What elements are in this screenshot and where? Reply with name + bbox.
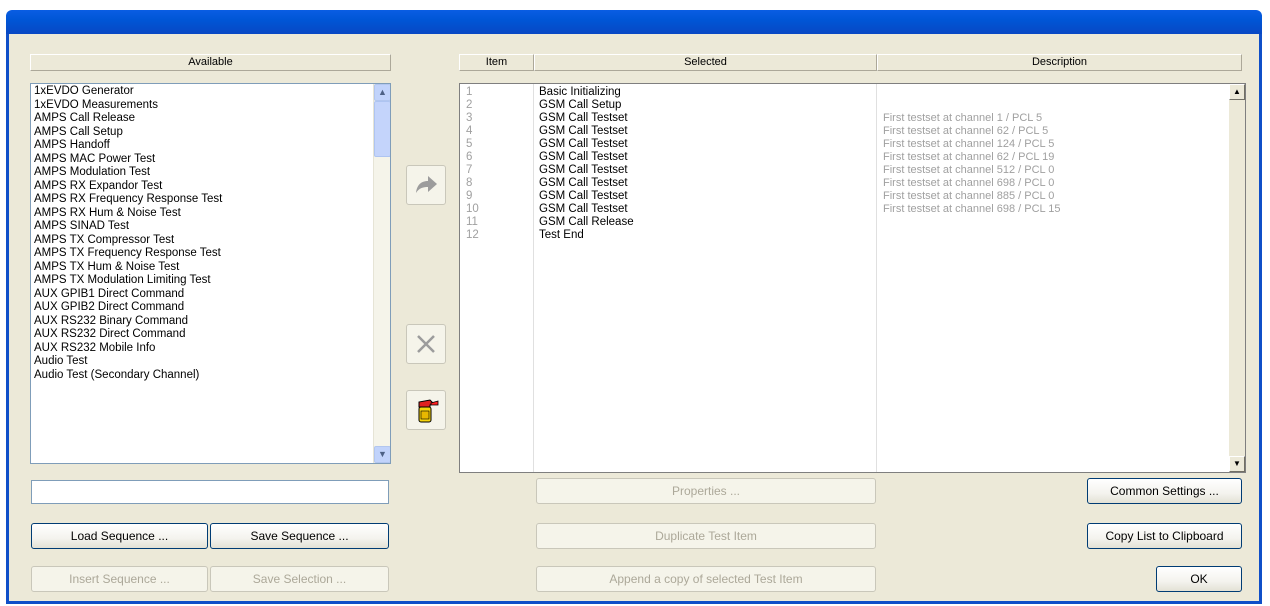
selected-column: Basic Initializing GSM Call Setup GSM Call… [539,86,634,242]
column-divider [533,84,534,472]
sequence-item-name[interactable]: GSM Call Testset [539,177,634,190]
scroll-down-icon[interactable]: ▼ [1229,456,1245,472]
sequence-item-description[interactable] [883,229,1061,242]
sequence-item-description[interactable] [883,216,1061,229]
sequence-item-description[interactable]: First testset at channel 698 / PCL 15 [883,203,1061,216]
available-scrollbar[interactable]: ▲ ▼ [373,84,390,463]
remove-from-sequence-button[interactable] [406,324,446,364]
available-list-item[interactable]: AMPS MAC Power Test [34,153,222,167]
available-list-item[interactable]: AUX GPIB1 Direct Command [34,288,222,302]
available-list-item[interactable]: AMPS RX Expandor Test [34,180,222,194]
available-list-item[interactable]: AMPS RX Frequency Response Test [34,193,222,207]
scroll-down-icon[interactable]: ▼ [374,446,390,463]
sequence-item-number[interactable]: 10 [466,203,479,216]
sequence-item-name[interactable]: GSM Call Testset [539,190,634,203]
sequence-table[interactable]: 1 2 3 4 5 6 7 8 9 10 11 12 Basic Initializing GSM Ca… [459,83,1246,473]
sequence-item-description[interactable]: First testset at channel 124 / PCL 5 [883,138,1061,151]
selected-column-header[interactable]: Selected [534,54,877,71]
sequence-item-description[interactable] [883,99,1061,112]
sequence-item-number[interactable]: 7 [466,164,479,177]
save-selection-button[interactable]: Save Selection ... [210,566,389,592]
item-column-header[interactable]: Item [459,54,534,71]
clear-sequence-button[interactable] [406,390,446,430]
sequence-item-name[interactable]: Test End [539,229,634,242]
add-to-sequence-button[interactable] [406,165,446,205]
sequence-item-number[interactable]: 3 [466,112,479,125]
append-copy-button[interactable]: Append a copy of selected Test Item [536,566,876,592]
sequence-item-number[interactable]: 8 [466,177,479,190]
common-settings-button[interactable]: Common Settings ... [1087,478,1242,504]
description-column: First testset at channel 1 / PCL 5 First … [883,86,1061,242]
available-list-item[interactable]: AMPS Handoff [34,139,222,153]
extinguisher-icon [418,399,439,423]
sequence-item-number[interactable]: 1 [466,86,479,99]
available-list-item[interactable]: Audio Test (Secondary Channel) [34,369,222,383]
duplicate-test-item-button[interactable]: Duplicate Test Item [536,523,876,549]
available-list-item[interactable]: AMPS RX Hum & Noise Test [34,207,222,221]
available-list-item[interactable]: Audio Test [34,355,222,369]
properties-button[interactable]: Properties ... [536,478,876,504]
available-items: 1xEVDO Generator 1xEVDO Measurements AMPS … [34,85,222,382]
available-header: Available [30,54,391,71]
sequence-item-name[interactable]: Basic Initializing [539,86,634,99]
filter-input[interactable] [31,480,389,504]
close-icon [417,335,435,353]
scroll-thumb[interactable] [374,101,390,157]
sequence-item-description[interactable] [883,86,1061,99]
copy-list-to-clipboard-button[interactable]: Copy List to Clipboard [1087,523,1242,549]
description-column-header[interactable]: Description [877,54,1242,71]
available-list-item[interactable]: AMPS TX Frequency Response Test [34,247,222,261]
column-divider [876,84,877,472]
sequence-item-name[interactable]: GSM Call Testset [539,203,634,216]
available-list-item[interactable]: AMPS TX Compressor Test [34,234,222,248]
sequence-item-description[interactable]: First testset at channel 885 / PCL 0 [883,190,1061,203]
title-bar[interactable] [6,10,1262,34]
available-list-item[interactable]: AUX GPIB2 Direct Command [34,301,222,315]
available-list-item[interactable]: AMPS TX Modulation Limiting Test [34,274,222,288]
sequence-item-number[interactable]: 12 [466,229,479,242]
sequence-item-number[interactable]: 5 [466,138,479,151]
available-list-item[interactable]: AMPS TX Hum & Noise Test [34,261,222,275]
sequence-item-description[interactable]: First testset at channel 698 / PCL 0 [883,177,1061,190]
available-list-item[interactable]: AUX RS232 Binary Command [34,315,222,329]
sequence-item-description[interactable]: First testset at channel 512 / PCL 0 [883,164,1061,177]
sequence-scrollbar[interactable]: ▲ ▼ [1229,84,1245,472]
available-list-item[interactable]: AUX RS232 Direct Command [34,328,222,342]
sequence-item-name[interactable]: GSM Call Setup [539,99,634,112]
scroll-up-icon[interactable]: ▲ [374,84,390,101]
available-list-item[interactable]: AMPS SINAD Test [34,220,222,234]
sequence-editor-window: Available 1xEVDO Generator 1xEVDO Measure… [0,0,1270,606]
sequence-item-number[interactable]: 4 [466,125,479,138]
sequence-item-number[interactable]: 2 [466,99,479,112]
insert-sequence-button[interactable]: Insert Sequence ... [31,566,208,592]
sequence-item-name[interactable]: GSM Call Testset [539,138,634,151]
sequence-item-number[interactable]: 9 [466,190,479,203]
save-sequence-button[interactable]: Save Sequence ... [210,523,389,549]
available-list-item[interactable]: AMPS Call Release [34,112,222,126]
available-list-item[interactable]: AMPS Call Setup [34,126,222,140]
load-sequence-button[interactable]: Load Sequence ... [31,523,208,549]
sequence-item-number[interactable]: 11 [466,216,479,229]
sequence-item-description[interactable]: First testset at channel 62 / PCL 5 [883,125,1061,138]
sequence-item-name[interactable]: GSM Call Release [539,216,634,229]
available-list-item[interactable]: AUX RS232 Mobile Info [34,342,222,356]
scroll-up-icon[interactable]: ▲ [1229,84,1245,100]
available-list-item[interactable]: 1xEVDO Measurements [34,99,222,113]
item-number-column: 1 2 3 4 5 6 7 8 9 10 11 12 [466,86,479,242]
available-list-item[interactable]: 1xEVDO Generator [34,85,222,99]
sequence-item-name[interactable]: GSM Call Testset [539,125,634,138]
sequence-item-description[interactable]: First testset at channel 62 / PCL 19 [883,151,1061,164]
dialog-body: Available 1xEVDO Generator 1xEVDO Measure… [6,34,1262,604]
available-list[interactable]: 1xEVDO Generator 1xEVDO Measurements AMPS … [30,83,391,464]
sequence-item-name[interactable]: GSM Call Testset [539,151,634,164]
sequence-item-name[interactable]: GSM Call Testset [539,164,634,177]
available-list-item[interactable]: AMPS Modulation Test [34,166,222,180]
sequence-item-description[interactable]: First testset at channel 1 / PCL 5 [883,112,1061,125]
arrow-right-icon [416,176,437,193]
ok-button[interactable]: OK [1156,566,1242,592]
sequence-item-number[interactable]: 6 [466,151,479,164]
sequence-item-name[interactable]: GSM Call Testset [539,112,634,125]
